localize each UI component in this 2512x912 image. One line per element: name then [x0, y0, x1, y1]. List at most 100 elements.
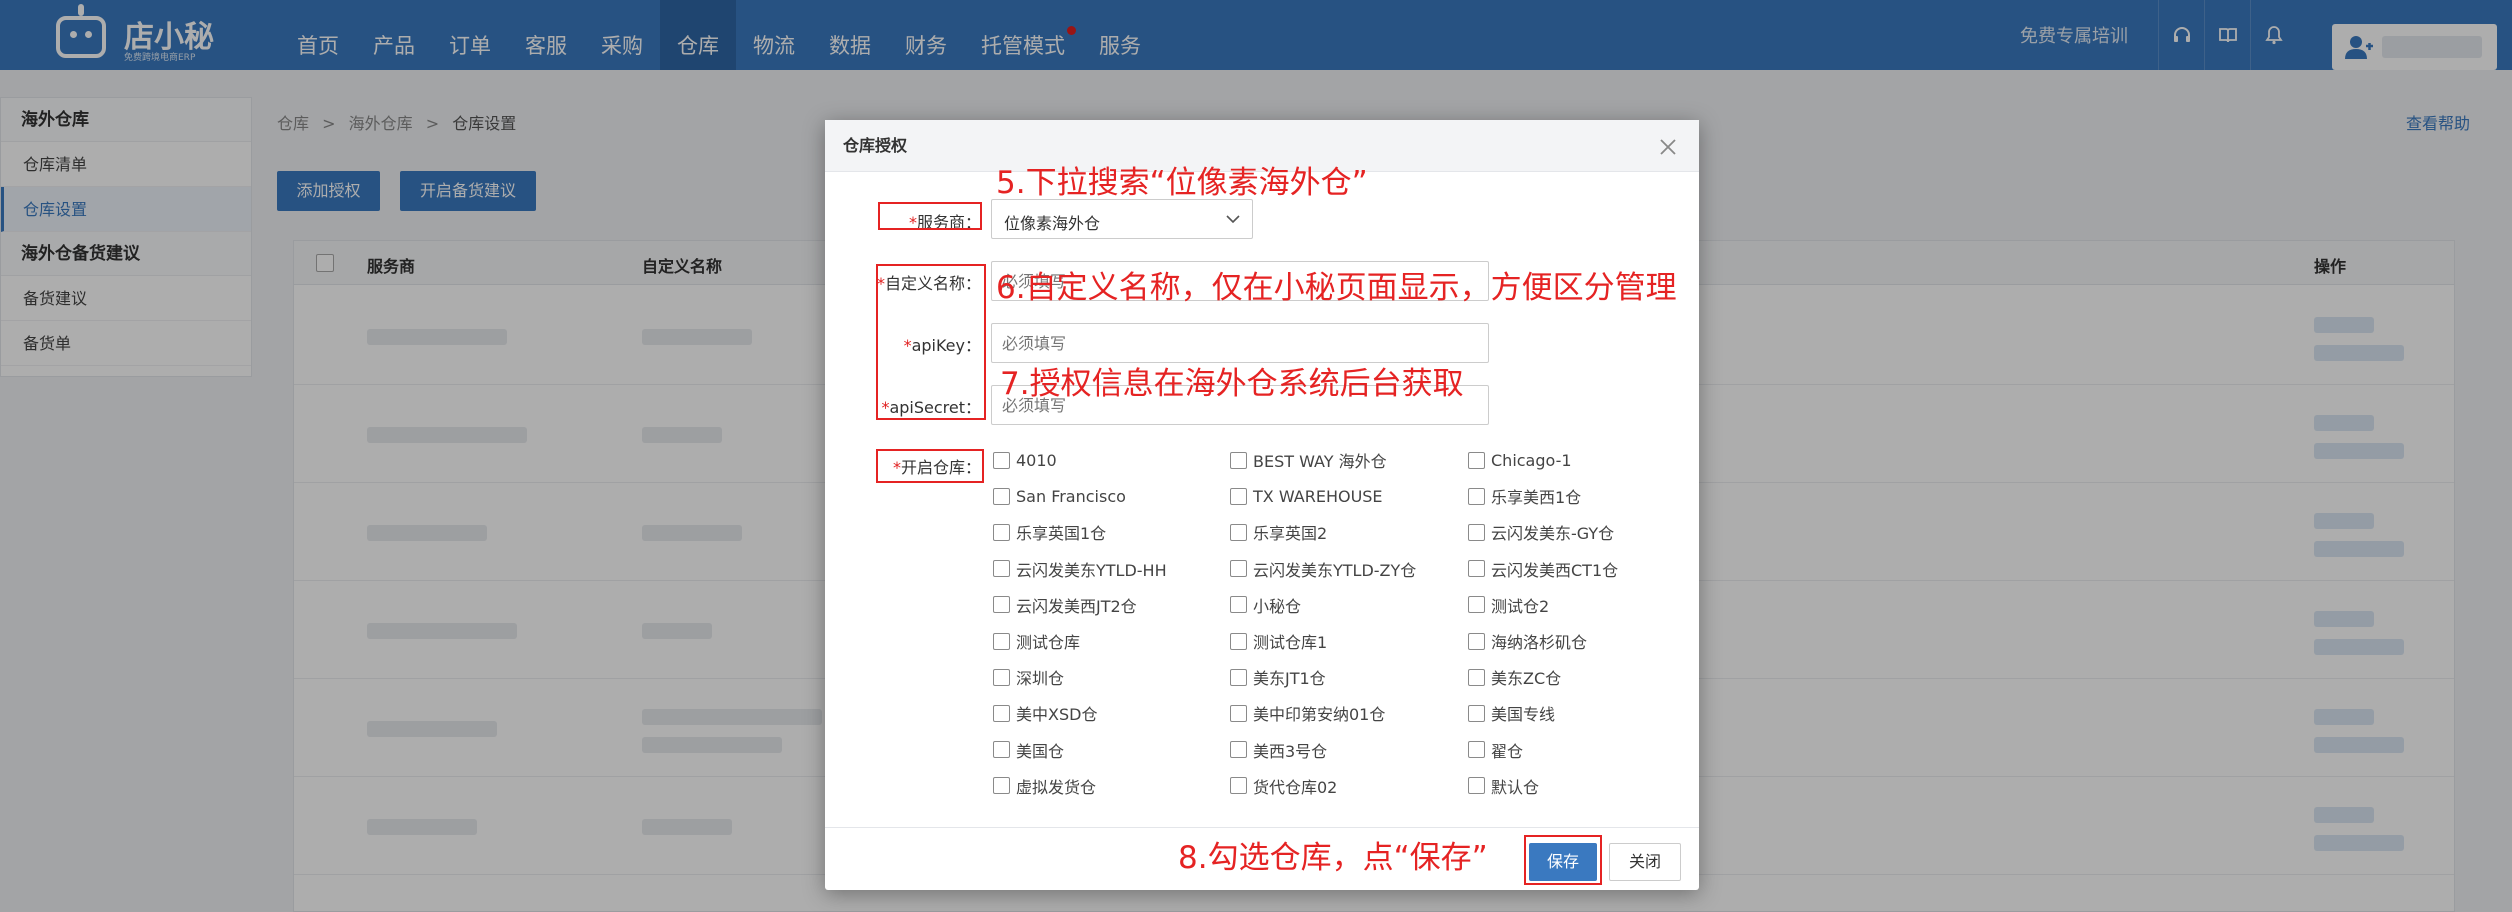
warehouse-checkbox-label: 测试仓2 — [1491, 596, 1550, 616]
warehouse-checkbox[interactable] — [1230, 704, 1247, 722]
warehouse-checkbox[interactable] — [993, 596, 1010, 614]
warehouse-checkbox-item[interactable]: Chicago-1 — [1468, 449, 1572, 471]
warehouse-checkbox-label: BEST WAY 海外仓 — [1253, 452, 1387, 471]
warehouse-checkbox[interactable] — [1230, 560, 1247, 578]
warehouse-checkbox-item[interactable]: 乐享美西1仓 — [1468, 485, 1581, 507]
warehouse-checkbox-item[interactable]: 乐享英国1仓 — [993, 521, 1106, 543]
warehouse-checkbox-item[interactable]: 美东ZC仓 — [1468, 666, 1561, 688]
warehouse-checkbox-label: 测试仓库 — [1016, 633, 1081, 652]
warehouse-checkbox[interactable] — [1230, 451, 1247, 469]
warehouse-checkbox[interactable] — [993, 523, 1010, 541]
warehouse-checkbox[interactable] — [993, 704, 1010, 722]
warehouse-checkbox-label: 翟仓 — [1491, 741, 1524, 761]
annotation-step5: 5.下拉搜索“位像素海外仓” — [996, 165, 1368, 201]
warehouse-checkbox-label: 云闪发美东YTLD-ZY仓 — [1253, 560, 1417, 580]
warehouse-checkbox[interactable] — [1230, 632, 1247, 650]
warehouse-checkbox[interactable] — [1468, 632, 1485, 650]
warehouse-checkbox-item[interactable]: 小秘仓 — [1230, 594, 1301, 616]
warehouse-checkbox[interactable] — [1468, 777, 1485, 795]
warehouse-checkbox-item[interactable]: 乐享英国2 — [1230, 521, 1327, 543]
annotation-step8: 8.勾选仓库，点“保存” — [1178, 840, 1488, 876]
warehouse-checkbox-label: 云闪发美东YTLD-HH — [1016, 560, 1167, 580]
warehouse-checkbox[interactable] — [993, 668, 1010, 686]
warehouse-checkbox-item[interactable]: San Francisco — [993, 485, 1126, 507]
warehouse-checkbox[interactable] — [1230, 668, 1247, 686]
warehouse-checkbox-label: 深圳仓 — [1016, 669, 1065, 689]
warehouse-checkbox-item[interactable]: 美东JT1仓 — [1230, 666, 1326, 688]
warehouse-checkbox-label: 测试仓库1 — [1253, 633, 1328, 652]
warehouse-checkbox[interactable] — [1468, 487, 1485, 505]
warehouse-checkbox-item[interactable]: 翟仓 — [1468, 739, 1523, 761]
warehouse-checkbox-item[interactable]: 海纳洛杉矶仓 — [1468, 630, 1587, 652]
warehouse-checkbox[interactable] — [1468, 668, 1485, 686]
warehouse-checkbox-item[interactable]: 虚拟发货仓 — [993, 775, 1096, 797]
annotation-box-warehouses — [876, 449, 984, 483]
warehouse-checkbox[interactable] — [1230, 741, 1247, 759]
annotation-box-credentials — [876, 264, 986, 420]
warehouse-checkbox[interactable] — [993, 741, 1010, 759]
warehouse-checkbox-label: 乐享美西1仓 — [1491, 488, 1582, 508]
warehouse-checkbox-label: 海纳洛杉矶仓 — [1491, 633, 1588, 652]
warehouse-checkbox-label: 美东ZC仓 — [1491, 669, 1562, 689]
warehouse-checkbox-item[interactable]: 云闪发美东-GY仓 — [1468, 521, 1614, 543]
warehouse-checkbox-label: 货代仓库02 — [1253, 777, 1338, 797]
warehouse-checkbox-label: 云闪发美西JT2仓 — [1016, 596, 1137, 616]
warehouse-checkbox-label: 默认仓 — [1491, 777, 1540, 797]
close-icon[interactable] — [1659, 138, 1677, 156]
warehouse-checkbox-label: 乐享英国2 — [1253, 524, 1328, 544]
warehouse-checkbox[interactable] — [993, 487, 1010, 505]
warehouse-checkbox-item[interactable]: 深圳仓 — [993, 666, 1064, 688]
warehouse-checkbox-item[interactable]: 测试仓库 — [993, 630, 1080, 652]
warehouse-checkbox-label: 美中XSD仓 — [1016, 705, 1098, 725]
warehouse-checkbox-label: San Francisco — [1016, 486, 1126, 506]
warehouse-checkbox-item[interactable]: 云闪发美西CT1仓 — [1468, 558, 1618, 580]
close-button[interactable]: 关闭 — [1609, 843, 1681, 881]
warehouse-checkbox-item[interactable]: 测试仓库1 — [1230, 630, 1327, 652]
warehouse-checkbox-item[interactable]: 4010 — [993, 449, 1057, 471]
annotation-box-save — [1524, 835, 1602, 885]
warehouse-checkbox-label: 美国仓 — [1016, 741, 1065, 761]
warehouse-checkbox-label: 美东JT1仓 — [1253, 669, 1326, 689]
warehouse-checkbox-item[interactable]: 货代仓库02 — [1230, 775, 1337, 797]
annotation-step6: 6.自定义名称，仅在小秘页面显示，方便区分管理 — [996, 270, 1677, 306]
chevron-down-icon — [1226, 215, 1240, 224]
warehouse-checkbox[interactable] — [993, 632, 1010, 650]
api-key-input[interactable] — [991, 323, 1489, 363]
warehouse-checkbox[interactable] — [1468, 596, 1485, 614]
warehouse-checkbox-item[interactable]: 美国仓 — [993, 739, 1064, 761]
annotation-step7: 7.授权信息在海外仓系统后台获取 — [1000, 366, 1464, 402]
warehouse-checkbox-label: 美中印第安纳01仓 — [1253, 705, 1386, 725]
warehouse-checkbox-item[interactable]: 云闪发美西JT2仓 — [993, 594, 1137, 616]
warehouse-checkbox[interactable] — [993, 560, 1010, 578]
warehouse-checkbox-item[interactable]: 美中印第安纳01仓 — [1230, 702, 1385, 724]
warehouse-checkbox-item[interactable]: 云闪发美东YTLD-HH — [993, 558, 1167, 580]
warehouse-checkbox-item[interactable]: BEST WAY 海外仓 — [1230, 449, 1387, 471]
warehouse-checkbox-item[interactable]: 默认仓 — [1468, 775, 1539, 797]
warehouse-checkbox[interactable] — [1230, 523, 1247, 541]
warehouse-checkbox[interactable] — [1468, 560, 1485, 578]
warehouse-checkbox[interactable] — [1230, 596, 1247, 614]
warehouse-authorization-dialog: 仓库授权 *服务商： 位像素海外仓 *自定义名称： *apiKey： *apiS… — [825, 120, 1699, 890]
annotation-box-provider — [878, 202, 982, 230]
warehouse-checkbox[interactable] — [1468, 704, 1485, 722]
warehouse-checkbox[interactable] — [1230, 487, 1247, 505]
warehouse-checkbox[interactable] — [1468, 451, 1485, 469]
warehouse-checkbox-label: Chicago-1 — [1491, 450, 1572, 470]
warehouse-checkbox-label: 小秘仓 — [1253, 596, 1302, 616]
warehouse-checkbox[interactable] — [1230, 777, 1247, 795]
warehouse-checkbox[interactable] — [1468, 523, 1485, 541]
warehouse-checkbox-label: 美国专线 — [1491, 705, 1556, 725]
warehouse-checkbox[interactable] — [993, 777, 1010, 795]
warehouse-checkbox[interactable] — [993, 451, 1010, 469]
warehouse-checkbox-item[interactable]: TX WAREHOUSE — [1230, 485, 1383, 507]
warehouse-checkbox-item[interactable]: 美国专线 — [1468, 702, 1555, 724]
warehouse-checkbox-label: 云闪发美西CT1仓 — [1491, 560, 1619, 580]
warehouse-checkbox-item[interactable]: 测试仓2 — [1468, 594, 1549, 616]
warehouse-checkbox[interactable] — [1468, 741, 1485, 759]
warehouse-checkbox-item[interactable]: 美中XSD仓 — [993, 702, 1097, 724]
warehouse-checkbox-item[interactable]: 云闪发美东YTLD-ZY仓 — [1230, 558, 1416, 580]
warehouse-checkbox-label: 4010 — [1016, 450, 1057, 470]
warehouse-checkbox-item[interactable]: 美西3号仓 — [1230, 739, 1327, 761]
warehouse-checkbox-label: 乐享英国1仓 — [1016, 524, 1107, 544]
provider-select[interactable]: 位像素海外仓 — [991, 199, 1253, 239]
